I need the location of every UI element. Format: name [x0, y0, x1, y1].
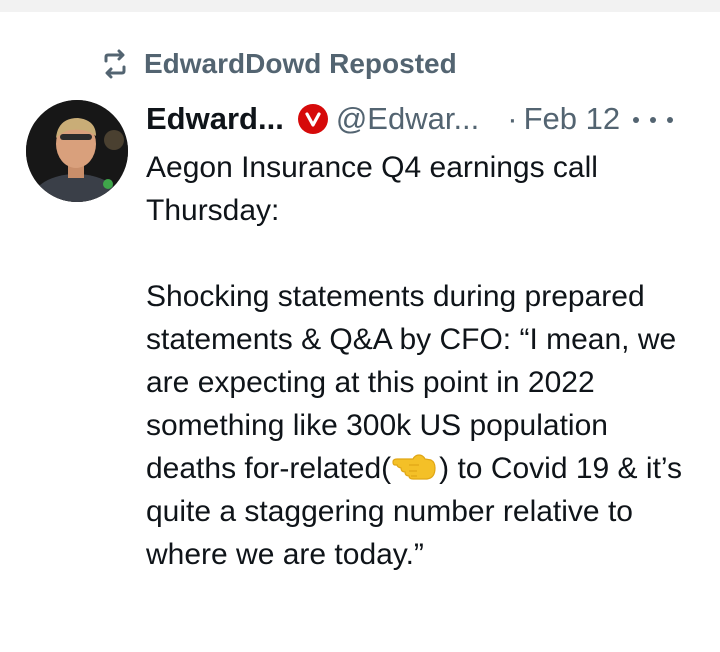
author-name[interactable]: Edward... — [146, 101, 284, 137]
more-options-icon[interactable] — [633, 108, 673, 132]
repost-label: EdwardDowd Reposted — [144, 48, 457, 79]
separator-dot: · — [507, 101, 518, 136]
top-bar — [0, 0, 720, 12]
post-header: Edward... @Edwar... · Feb 12 — [146, 96, 620, 142]
author-handle[interactable]: @Edwar... — [336, 101, 479, 137]
pointing-left-hand-emoji — [391, 451, 437, 481]
post-paragraph-2: Shocking statements during prepared stat… — [146, 275, 706, 576]
repost-indicator[interactable]: EdwardDowd Reposted — [100, 44, 457, 84]
verified-badge-icon — [297, 104, 328, 134]
post-paragraph-1: Aegon Insurance Q4 earnings call Thursda… — [146, 151, 598, 227]
post-text: Aegon Insurance Q4 earnings call Thursda… — [146, 146, 706, 576]
post-date[interactable]: Feb 12 — [524, 101, 621, 137]
avatar[interactable] — [26, 100, 128, 202]
repost-icon — [100, 49, 130, 79]
